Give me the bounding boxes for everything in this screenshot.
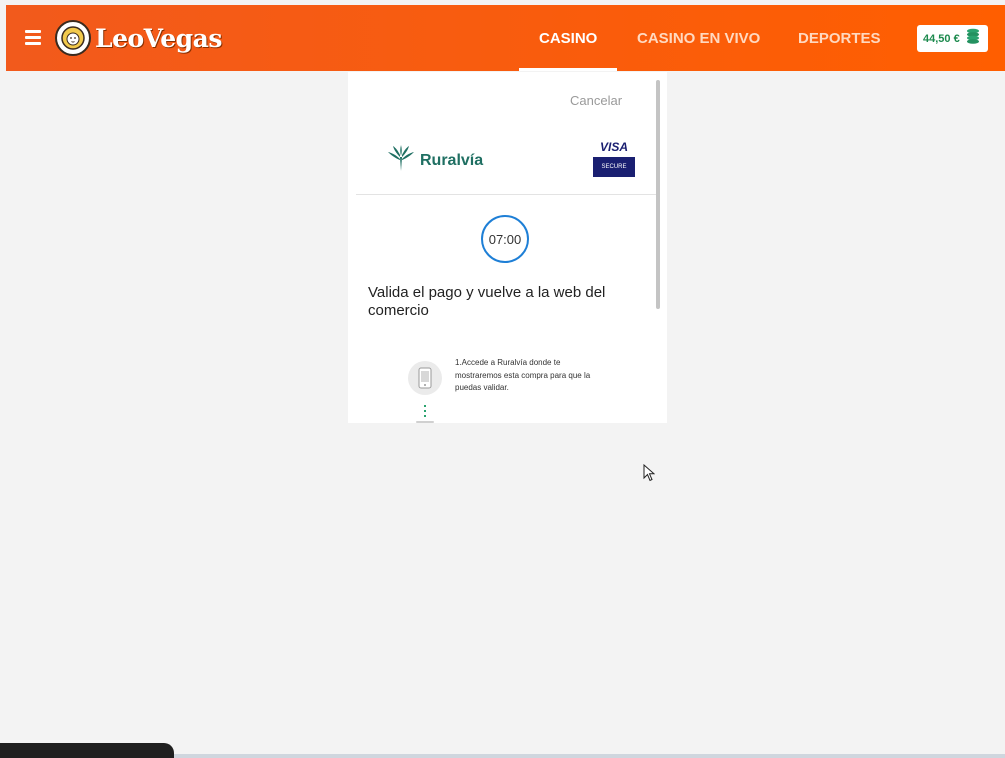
instruction-heading: Valida el pago y vuelve a la web del com… bbox=[368, 284, 606, 319]
next-step-icon bbox=[416, 421, 434, 423]
wheat-icon bbox=[386, 145, 416, 176]
menu-icon[interactable] bbox=[25, 30, 41, 46]
nav-deportes[interactable]: DEPORTES bbox=[798, 5, 881, 71]
bank-name: Ruralvía bbox=[420, 151, 484, 169]
top-bar: LeoVegas CASINO CASINO EN VIVO DEPORTES … bbox=[6, 5, 1005, 71]
divider bbox=[356, 194, 656, 195]
bank-logo: Ruralvía bbox=[386, 145, 483, 176]
balance-amount: 44,50 € bbox=[923, 32, 960, 45]
brand-logo[interactable]: LeoVegas bbox=[55, 18, 222, 58]
mouse-cursor-icon bbox=[643, 463, 656, 487]
nav-casino[interactable]: CASINO bbox=[518, 5, 618, 71]
visa-secure-label: SECURE bbox=[593, 157, 635, 177]
step-connector bbox=[424, 405, 426, 419]
coins-icon bbox=[964, 27, 982, 50]
bottom-bar bbox=[174, 754, 1005, 758]
visa-secure-badge: VISA SECURE bbox=[593, 140, 635, 177]
step-1-text: 1.Accede a Ruralvía donde te mostraremos… bbox=[455, 358, 591, 392]
countdown-timer: 07:00 bbox=[481, 215, 529, 263]
brand-name: LeoVegas bbox=[95, 23, 222, 53]
balance-button[interactable]: 44,50 € bbox=[917, 25, 988, 52]
cancel-link[interactable]: Cancelar bbox=[570, 93, 622, 108]
lion-icon bbox=[55, 20, 91, 56]
nav-casino-en-vivo[interactable]: CASINO EN VIVO bbox=[637, 5, 760, 71]
scrollbar[interactable] bbox=[656, 80, 660, 309]
visa-label: VISA bbox=[599, 140, 628, 154]
phone-icon bbox=[408, 361, 442, 395]
taskbar-tab bbox=[0, 743, 174, 758]
